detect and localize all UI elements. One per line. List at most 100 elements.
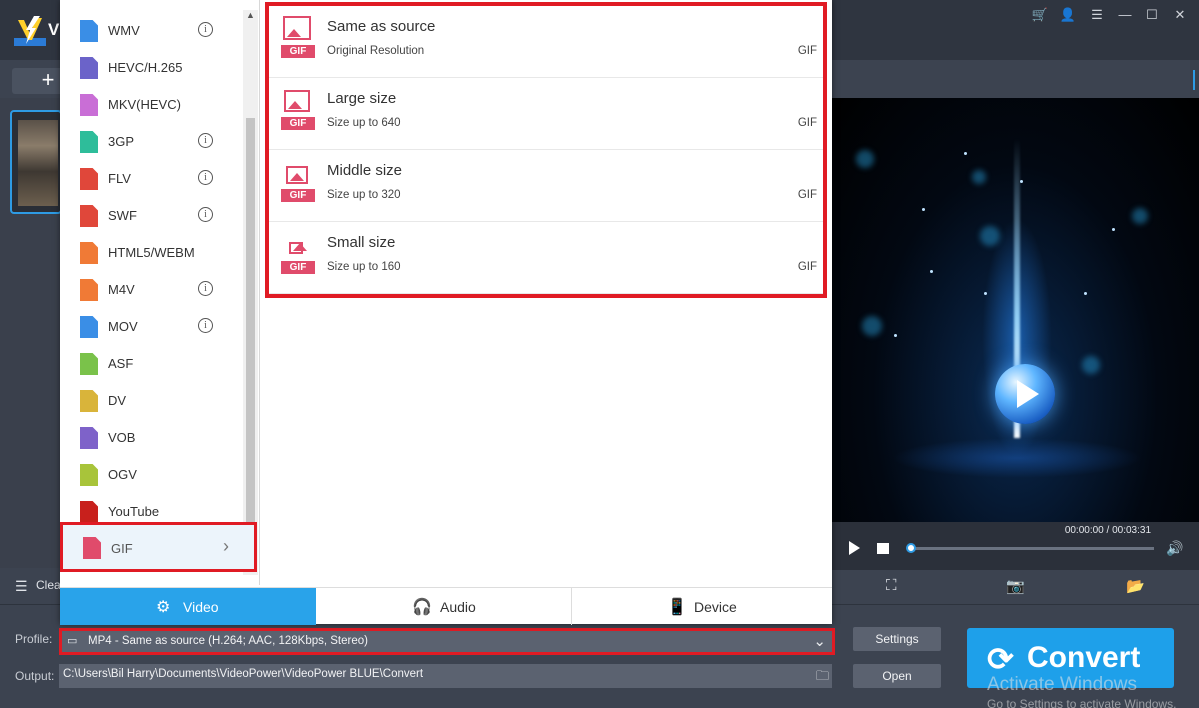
format-item-gif[interactable]: GIF › bbox=[60, 522, 257, 572]
seek-thumb[interactable] bbox=[906, 543, 916, 553]
user-icon[interactable]: 👤 bbox=[1057, 5, 1079, 25]
info-icon[interactable]: i bbox=[198, 170, 213, 185]
cart-icon[interactable]: 🛒 bbox=[1029, 5, 1051, 25]
format-label: OGV bbox=[108, 467, 137, 482]
picture-icon bbox=[289, 242, 307, 254]
gif-option-format: GIF bbox=[797, 261, 817, 273]
app-logo-icon bbox=[14, 16, 46, 46]
gif-option[interactable]: GIF Middle size Size up to 320 GIF bbox=[269, 150, 823, 222]
stop-button[interactable] bbox=[877, 543, 889, 554]
file-format-icon bbox=[80, 353, 98, 375]
minimize-icon[interactable]: — bbox=[1114, 5, 1136, 25]
profile-dropdown[interactable]: ▭ MP4 - Same as source (H.264; AAC, 128K… bbox=[59, 628, 835, 655]
preview-bokeh bbox=[980, 226, 1000, 246]
app-title: V bbox=[48, 20, 60, 39]
format-list-divider bbox=[259, 0, 260, 585]
file-format-icon bbox=[80, 501, 98, 523]
output-path-field[interactable]: C:\Users\Bil Harry\Documents\VideoPower\… bbox=[59, 664, 832, 688]
picture-icon bbox=[286, 166, 308, 184]
video-preview[interactable] bbox=[832, 98, 1199, 522]
preview-star bbox=[1084, 292, 1087, 295]
film-reel-icon: ⚙ bbox=[156, 599, 171, 616]
preview-play-icon[interactable] bbox=[1017, 380, 1039, 408]
gif-option-title: Large size bbox=[327, 90, 397, 107]
gif-option-title: Small size bbox=[327, 234, 396, 251]
format-popup: WMV i HEVC/H.265 MKV(HEVC) 3GP i FLV i SWF i HTML5… bbox=[60, 0, 832, 625]
open-folder-icon[interactable]: 📂 bbox=[1126, 577, 1145, 595]
format-label: M4V bbox=[108, 282, 135, 297]
scroll-up-icon[interactable]: ▲ bbox=[245, 10, 256, 20]
tab-video-label: Video bbox=[183, 599, 219, 615]
format-label: 3GP bbox=[108, 134, 135, 149]
gif-options-list: GIF Same as source Original Resolution GIF G… bbox=[265, 2, 827, 298]
format-label: SWF bbox=[108, 208, 137, 223]
open-button[interactable]: Open bbox=[853, 664, 941, 688]
file-thumbnail[interactable] bbox=[10, 110, 62, 214]
gif-badge: GIF bbox=[281, 45, 315, 58]
gif-badge: GIF bbox=[281, 189, 315, 202]
tab-audio[interactable]: 🎧 Audio bbox=[316, 588, 572, 625]
preview-star bbox=[894, 334, 897, 337]
activate-windows-subtitle: Go to Settings to activate Windows. bbox=[987, 697, 1177, 708]
format-label: YouTube bbox=[108, 504, 160, 519]
format-label: ASF bbox=[108, 356, 134, 371]
info-icon[interactable]: i bbox=[198, 133, 213, 148]
gif-image-icon: GIF bbox=[279, 160, 315, 202]
info-icon[interactable]: i bbox=[198, 22, 213, 37]
preview-star bbox=[1112, 228, 1115, 231]
clear-list-icon[interactable]: ☰ bbox=[15, 578, 28, 595]
format-label: MOV bbox=[108, 319, 138, 334]
refresh-icon: ⟳ bbox=[987, 641, 1014, 677]
picture-icon bbox=[283, 16, 311, 40]
format-label: GIF bbox=[111, 541, 133, 556]
close-icon[interactable]: ✕ bbox=[1169, 5, 1191, 25]
gif-option-format: GIF bbox=[797, 45, 817, 57]
menu-icon[interactable]: ☰ bbox=[1086, 5, 1108, 25]
tab-video[interactable]: ⚙ Video bbox=[60, 588, 316, 625]
gif-format-icon bbox=[83, 537, 101, 559]
gif-option[interactable]: GIF Large size Size up to 640 GIF bbox=[269, 78, 823, 150]
volume-icon[interactable]: 🔊 bbox=[1166, 540, 1183, 557]
file-format-icon bbox=[80, 242, 98, 264]
snapshot-icon[interactable]: 📷 bbox=[1006, 577, 1025, 595]
gif-option[interactable]: GIF Small size Size up to 160 GIF bbox=[269, 222, 823, 294]
gif-option-title: Same as source bbox=[327, 18, 436, 35]
preview-star bbox=[964, 152, 967, 155]
format-list-scroll-thumb[interactable] bbox=[246, 118, 255, 558]
file-format-icon bbox=[80, 390, 98, 412]
file-format-icon bbox=[80, 205, 98, 227]
browse-folder-icon[interactable]: 🗀 bbox=[816, 667, 829, 689]
gif-option[interactable]: GIF Same as source Original Resolution GIF bbox=[269, 6, 823, 78]
maximize-icon[interactable]: ☐ bbox=[1141, 5, 1163, 25]
fullscreen-icon[interactable]: ⛶ bbox=[886, 577, 897, 594]
format-label: HEVC/H.265 bbox=[108, 60, 183, 75]
chevron-down-icon[interactable]: ⌄ bbox=[813, 632, 826, 650]
gif-option-subtitle: Original Resolution bbox=[327, 45, 425, 57]
clear-list-button[interactable]: Clea bbox=[36, 578, 61, 592]
preview-bokeh bbox=[972, 170, 986, 184]
format-label: WMV bbox=[108, 23, 140, 38]
file-format-icon bbox=[80, 20, 98, 42]
file-format-icon bbox=[80, 464, 98, 486]
seek-bar[interactable] bbox=[910, 547, 1154, 550]
file-format-icon bbox=[80, 57, 98, 79]
gif-image-icon: GIF bbox=[279, 16, 315, 58]
play-button[interactable] bbox=[849, 541, 860, 555]
info-icon[interactable]: i bbox=[198, 281, 213, 296]
info-icon[interactable]: i bbox=[198, 207, 213, 222]
gif-option-title: Middle size bbox=[327, 162, 403, 179]
thumbnail-image bbox=[18, 120, 58, 206]
tab-device[interactable]: 📱 Device bbox=[573, 588, 832, 625]
info-icon[interactable]: i bbox=[198, 318, 213, 333]
preview-star bbox=[930, 270, 933, 273]
preview-bokeh bbox=[1132, 208, 1148, 224]
preview-star bbox=[922, 208, 925, 211]
format-category-tabs: ⚙ Video 🎧 Audio 📱 Device bbox=[60, 587, 832, 625]
settings-button[interactable]: Settings bbox=[853, 627, 941, 651]
file-format-icon bbox=[80, 316, 98, 338]
output-path: C:\Users\Bil Harry\Documents\VideoPower\… bbox=[63, 668, 424, 680]
gif-badge: GIF bbox=[281, 261, 315, 274]
file-format-icon bbox=[80, 131, 98, 153]
file-format-icon bbox=[80, 279, 98, 301]
timecode: 00:00:00 / 00:03:31 bbox=[1064, 525, 1151, 536]
